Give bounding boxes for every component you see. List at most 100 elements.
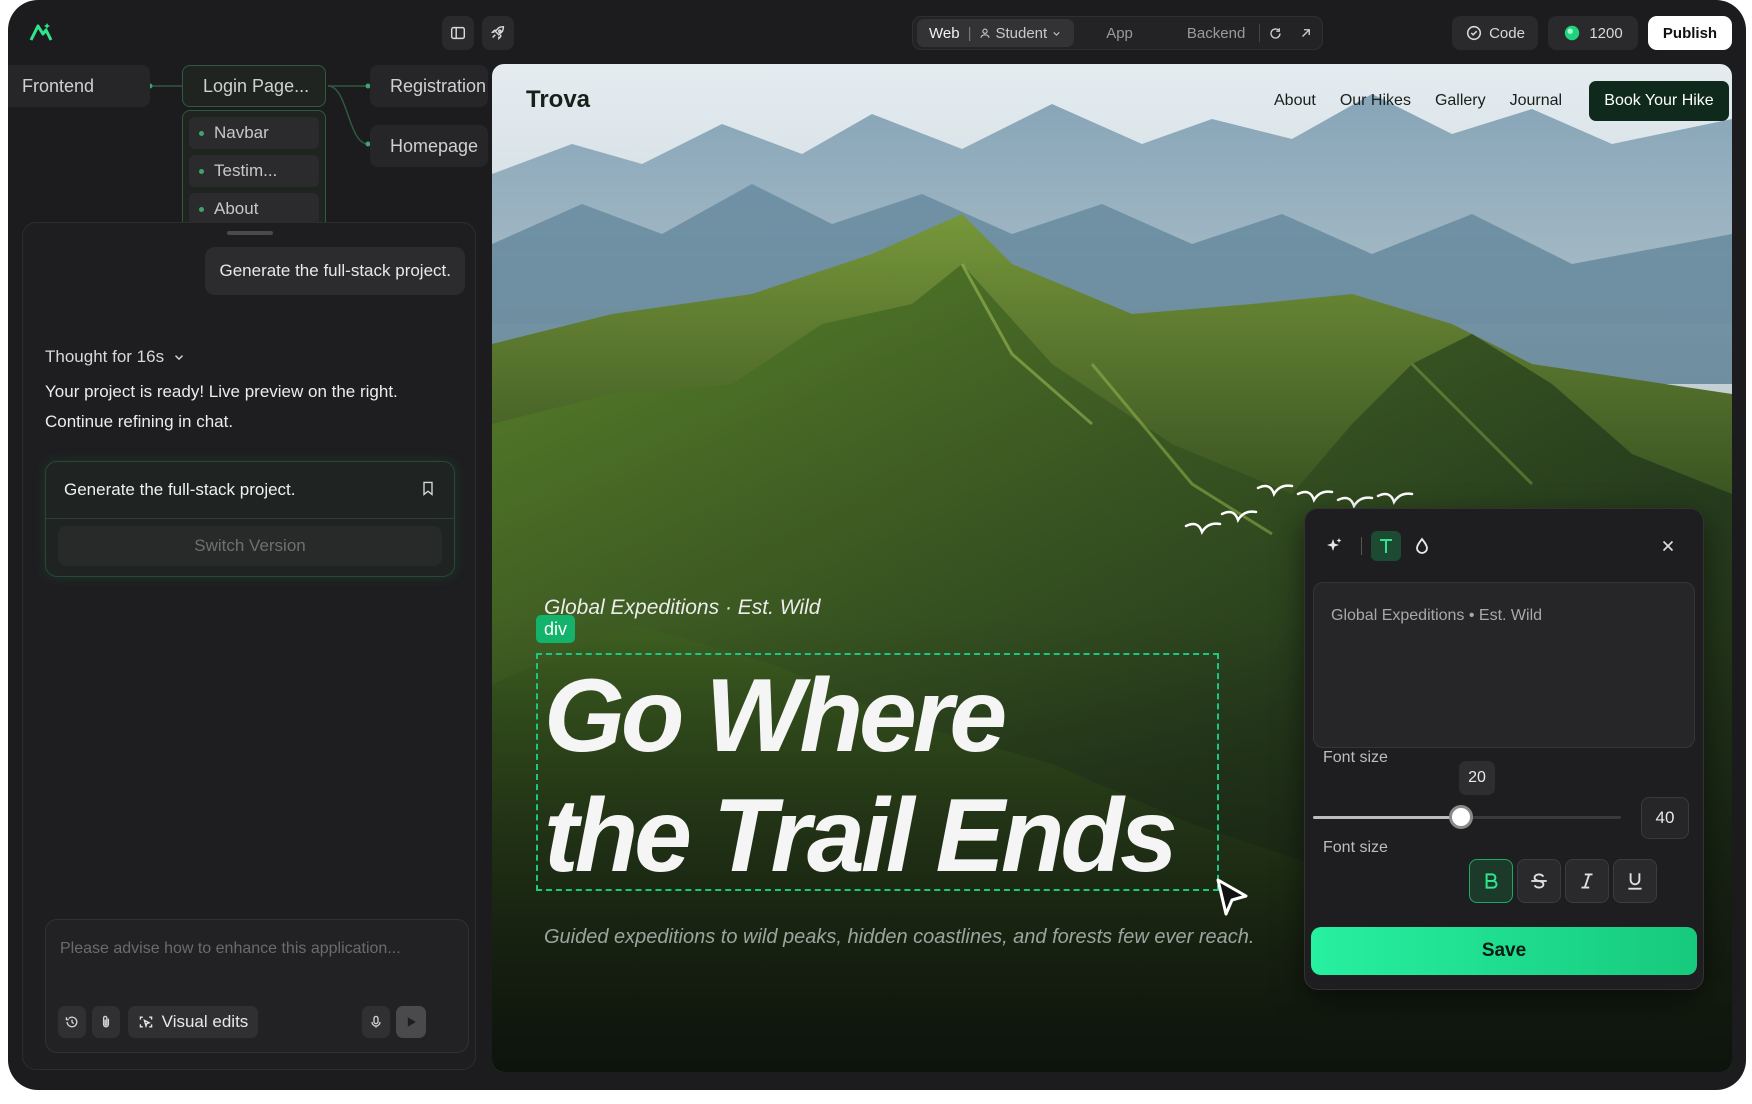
underline-icon: [1628, 873, 1642, 890]
bookmark-button[interactable]: [420, 480, 436, 501]
droplet-icon: [1416, 537, 1428, 554]
flow-node-login-label: Login Page...: [203, 75, 310, 96]
open-external-button[interactable]: [1290, 26, 1320, 41]
thought-label: Thought for 16s: [45, 347, 165, 366]
font-size-slider-fill: [1313, 816, 1461, 819]
user-message: Generate the full-stack project.: [205, 247, 465, 295]
tab-web[interactable]: Web | Student: [917, 19, 1075, 47]
text-icon: [1380, 539, 1392, 553]
external-link-icon: [1301, 28, 1310, 37]
code-button[interactable]: Code: [1452, 16, 1538, 50]
tab-backend[interactable]: Backend: [1151, 25, 1259, 42]
strikethrough-icon: [1531, 873, 1547, 889]
check-circle-icon: [1466, 25, 1482, 41]
save-button[interactable]: Save: [1311, 927, 1697, 975]
book-hike-button[interactable]: Book Your Hike: [1589, 81, 1729, 121]
tab-app[interactable]: App: [1074, 25, 1151, 42]
site-nav: About Our Hikes Gallery Journal: [1274, 92, 1562, 110]
attach-button[interactable]: [92, 1006, 120, 1038]
hero-headline-line-1: Go Where: [544, 658, 1007, 774]
flow-subnode-navbar[interactable]: Navbar: [189, 117, 319, 149]
flow-subnode-about-label: About: [214, 199, 259, 218]
close-panel-button[interactable]: [1653, 531, 1683, 561]
underline-button[interactable]: [1613, 859, 1657, 903]
tab-web-label: Web: [929, 24, 960, 42]
close-icon: [1662, 540, 1674, 552]
send-button[interactable]: [396, 1006, 426, 1038]
chat-composer[interactable]: Please advise how to enhance this applic…: [45, 919, 469, 1053]
assistant-reply: Your project is ready! Live preview on t…: [45, 382, 398, 431]
flow-subnode-testimonials[interactable]: Testim...: [189, 155, 319, 187]
microphone-icon: [371, 1015, 381, 1028]
switch-version-button[interactable]: Switch Version: [58, 526, 442, 566]
coin-icon: [1565, 25, 1580, 41]
publish-button[interactable]: Publish: [1648, 16, 1732, 50]
student-selector[interactable]: Student: [979, 25, 1062, 42]
flow-node-homepage-label: Homepage: [390, 135, 479, 156]
app-window: Web | Student App Backend Code 1200 Publ…: [8, 0, 1746, 1090]
flow-subnode-testimonials-label: Testim...: [214, 161, 278, 180]
refresh-icon: [1270, 27, 1281, 39]
sparkle-icon: [1327, 538, 1342, 551]
credits-button[interactable]: 1200: [1548, 16, 1638, 50]
student-label: Student: [995, 24, 1048, 42]
font-size-slider-handle[interactable]: [1448, 805, 1473, 829]
visual-edits-button[interactable]: Visual edits: [128, 1006, 258, 1038]
flow-node-login-page[interactable]: Login Page...: [182, 65, 326, 107]
chevron-down-icon: [175, 355, 184, 361]
sidebar-toggle-button[interactable]: [442, 16, 474, 50]
ai-edit-tool[interactable]: [1319, 531, 1349, 561]
version-card: Generate the full-stack project. Switch …: [45, 461, 455, 577]
chat-panel: Generate the full-stack project. Thought…: [22, 222, 476, 1070]
chevron-down-icon: [1053, 31, 1060, 36]
rocket-icon: [490, 25, 505, 41]
font-size-max-input[interactable]: 40: [1641, 797, 1689, 839]
credits-count: 1200: [1589, 24, 1623, 42]
nav-about[interactable]: About: [1274, 92, 1316, 110]
flow-node-frontend[interactable]: Frontend: [8, 65, 150, 107]
text-tool[interactable]: [1371, 531, 1401, 561]
thought-toggle[interactable]: Thought for 16s: [45, 347, 186, 367]
color-tool[interactable]: [1407, 531, 1437, 561]
code-label: Code: [1489, 24, 1525, 42]
version-title: Generate the full-stack project.: [64, 480, 296, 499]
visual-edits-label: Visual edits: [161, 1012, 249, 1031]
text-format-label: Font size: [1323, 839, 1388, 856]
nav-our-hikes[interactable]: Our Hikes: [1340, 92, 1411, 110]
logo-icon: [29, 23, 53, 41]
site-brand[interactable]: Trova: [526, 86, 590, 114]
bold-icon: [1485, 873, 1498, 889]
font-size-label: Font size: [1323, 749, 1388, 766]
text-content-field[interactable]: Global Expeditions • Est. Wild: [1313, 582, 1695, 748]
flow-node-registration[interactable]: Registration: [370, 65, 488, 107]
deploy-button[interactable]: [482, 16, 514, 50]
sidebar-toggle-icon: [450, 26, 466, 40]
refresh-button[interactable]: [1260, 26, 1290, 41]
history-icon: [65, 1016, 78, 1028]
text-edit-panel: Global Expeditions • Est. Wild Font size…: [1304, 508, 1704, 990]
hero-headline-line-2: the Trail Ends: [544, 778, 1178, 894]
nav-journal[interactable]: Journal: [1510, 92, 1562, 110]
paperclip-icon: [102, 1015, 110, 1028]
send-icon: [407, 1017, 416, 1027]
hero-tagline[interactable]: Global Expeditions · Est. Wild: [544, 596, 820, 620]
italic-icon: [1581, 873, 1593, 889]
strikethrough-button[interactable]: [1517, 859, 1561, 903]
hero-subtitle[interactable]: Guided expeditions to wild peaks, hidden…: [544, 926, 1254, 949]
slider-value-tooltip: 20: [1459, 761, 1495, 795]
visual-edit-icon: [139, 1016, 152, 1029]
bookmark-icon: [423, 481, 433, 496]
italic-button[interactable]: [1565, 859, 1609, 903]
voice-input-button[interactable]: [362, 1006, 390, 1038]
panel-drag-handle[interactable]: [227, 231, 273, 235]
nav-gallery[interactable]: Gallery: [1435, 92, 1486, 110]
flow-subnode-about[interactable]: About: [189, 193, 319, 225]
flow-subnode-group: Navbar Testim... About: [182, 110, 326, 225]
flow-subnode-navbar-label: Navbar: [214, 123, 269, 142]
bold-button[interactable]: [1469, 859, 1513, 903]
flow-node-frontend-label: Frontend: [22, 75, 95, 96]
history-button[interactable]: [58, 1006, 86, 1038]
hero-headline[interactable]: Go Where the Trail Ends: [544, 656, 1244, 896]
composer-placeholder: Please advise how to enhance this applic…: [60, 940, 401, 957]
flow-node-homepage[interactable]: Homepage: [370, 125, 488, 167]
